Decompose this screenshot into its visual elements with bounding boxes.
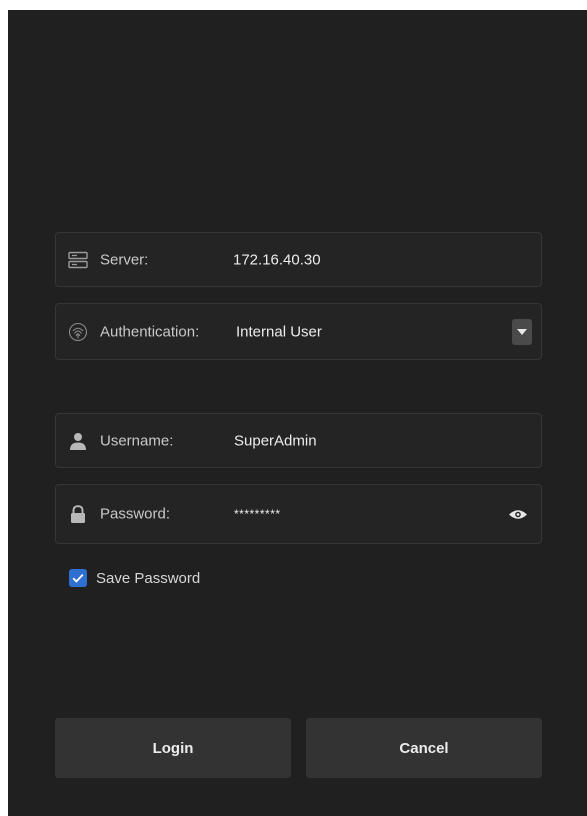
- authentication-value: Internal User: [236, 323, 322, 340]
- password-input[interactable]: *********: [234, 507, 281, 521]
- username-input[interactable]: SuperAdmin: [234, 432, 317, 449]
- save-password-option[interactable]: Save Password: [69, 567, 200, 589]
- server-label: Server:: [100, 251, 149, 268]
- server-input[interactable]: 172.16.40.30: [233, 251, 321, 268]
- lock-icon: [68, 504, 88, 524]
- login-button[interactable]: Login: [55, 718, 291, 778]
- eye-icon[interactable]: [507, 506, 529, 522]
- save-password-label: Save Password: [96, 569, 201, 587]
- dropdown-button[interactable]: [512, 318, 532, 345]
- server-field[interactable]: Server: 172.16.40.30: [55, 232, 542, 287]
- authentication-label: Authentication:: [100, 323, 200, 340]
- save-password-checkbox[interactable]: [69, 569, 87, 587]
- cancel-button[interactable]: Cancel: [306, 718, 542, 778]
- username-label: Username:: [100, 432, 174, 449]
- login-dialog: Server: 172.16.40.30 Authentication: Int…: [8, 10, 587, 816]
- authentication-select[interactable]: Authentication: Internal User: [55, 303, 542, 360]
- username-field[interactable]: Username: SuperAdmin: [55, 413, 542, 468]
- password-label: Password:: [100, 505, 171, 523]
- user-icon: [68, 431, 88, 451]
- chevron-down-icon: [517, 328, 527, 335]
- fingerprint-icon: [68, 322, 88, 342]
- server-icon: [68, 250, 88, 270]
- checkmark-icon: [72, 573, 84, 583]
- password-field[interactable]: Password: *********: [55, 484, 542, 544]
